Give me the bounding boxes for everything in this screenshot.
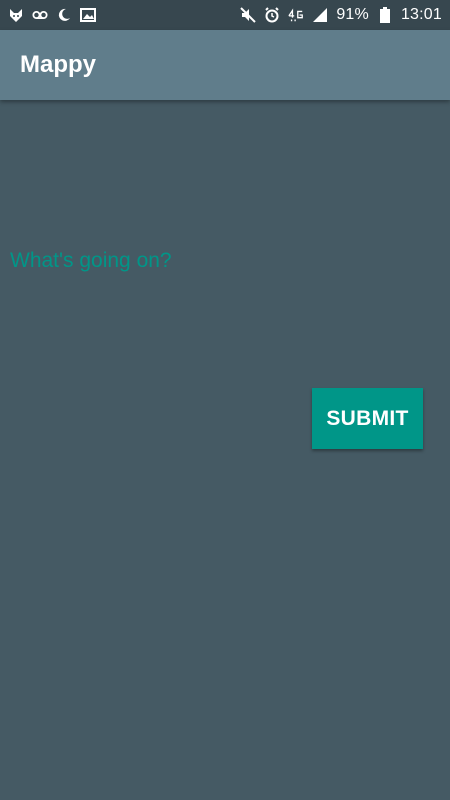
status-bar-left bbox=[8, 7, 96, 23]
status-bar-right: 91% 13:01 bbox=[240, 6, 442, 24]
mute-icon bbox=[240, 7, 257, 23]
4g-icon bbox=[288, 7, 304, 23]
signal-icon bbox=[312, 7, 328, 23]
voicemail-icon bbox=[32, 7, 48, 23]
moon-icon bbox=[56, 7, 72, 23]
whats-going-on-input[interactable] bbox=[10, 245, 430, 277]
alarm-icon bbox=[264, 7, 280, 23]
fox-icon bbox=[8, 7, 24, 23]
battery-percentage: 91% bbox=[336, 6, 369, 23]
app-title: Mappy bbox=[20, 51, 97, 78]
image-icon bbox=[80, 7, 96, 23]
battery-icon bbox=[377, 7, 393, 23]
status-bar: 91% 13:01 bbox=[0, 0, 450, 30]
submit-button[interactable]: SUBMIT bbox=[312, 388, 423, 449]
app-bar: Mappy bbox=[0, 30, 450, 100]
main-content: SUBMIT bbox=[0, 100, 450, 800]
status-clock: 13:01 bbox=[400, 6, 442, 23]
